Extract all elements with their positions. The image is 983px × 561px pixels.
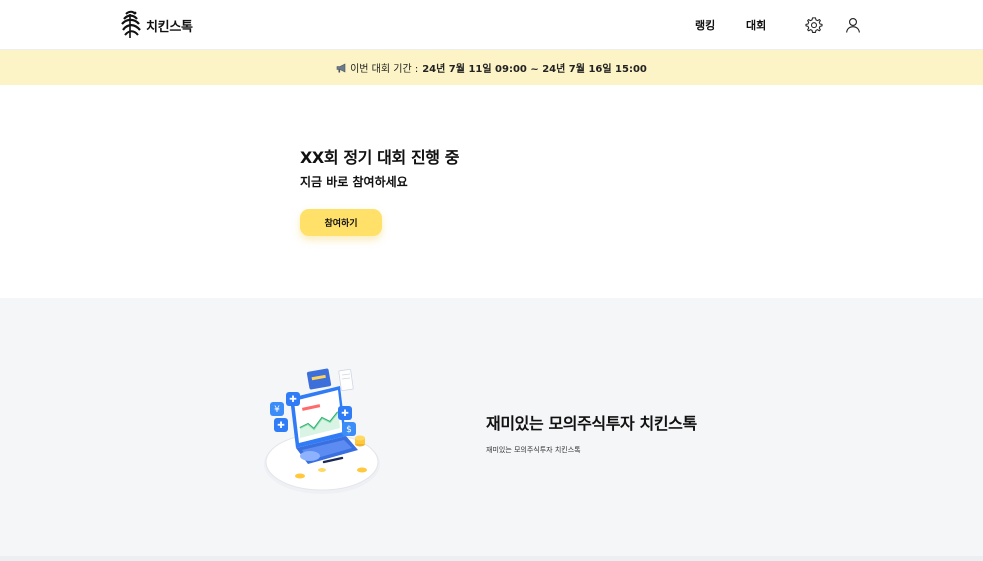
gear-icon[interactable] <box>805 16 823 34</box>
nav-contest[interactable]: 대회 <box>746 17 766 33</box>
banner-label: 이번 대회 기간 : <box>350 64 419 75</box>
feature-title: 재미있는 모의주식투자 치킨스톡 <box>486 414 697 433</box>
hero-section: XX회 정기 대회 진행 중 지금 바로 참여하세요 참여하기 <box>0 85 983 298</box>
chicken-logo-icon <box>121 10 141 38</box>
top-navigation-bar: 치킨스톡 랭킹 대회 <box>0 0 983 50</box>
join-button[interactable]: 참여하기 <box>300 209 382 236</box>
svg-text:¥: ¥ <box>274 405 280 415</box>
svg-text:✚: ✚ <box>341 409 349 419</box>
svg-text:$: $ <box>346 425 352 435</box>
section-divider <box>0 556 983 561</box>
svg-text:✚: ✚ <box>277 421 285 431</box>
user-icon[interactable] <box>844 16 862 34</box>
logo-text: 치킨스톡 <box>146 19 193 35</box>
logo[interactable]: 치킨스톡 <box>120 9 193 41</box>
feature-description: 재미있는 모의주식투자 치킨스톡 <box>486 446 581 454</box>
hero-title: XX회 정기 대회 진행 중 <box>300 148 460 167</box>
nav-ranking[interactable]: 랭킹 <box>695 17 715 33</box>
banner-period: 24년 7월 11일 09:00 ~ 24년 7월 16일 15:00 <box>422 64 647 75</box>
hero-subtitle: 지금 바로 참여하세요 <box>300 175 408 189</box>
megaphone-icon <box>336 63 346 72</box>
feature-section: ¥ ✚ ✚ ✚ $ 재미있는 모의주식투자 치킨스톡 재미있는 모의주식투자 치… <box>0 298 983 561</box>
stock-investment-illustration: ¥ ✚ ✚ ✚ $ <box>264 368 380 494</box>
svg-text:✚: ✚ <box>289 395 297 405</box>
contest-period-banner: 이번 대회 기간 : 24년 7월 11일 09:00 ~ 24년 7월 16일… <box>0 50 983 85</box>
